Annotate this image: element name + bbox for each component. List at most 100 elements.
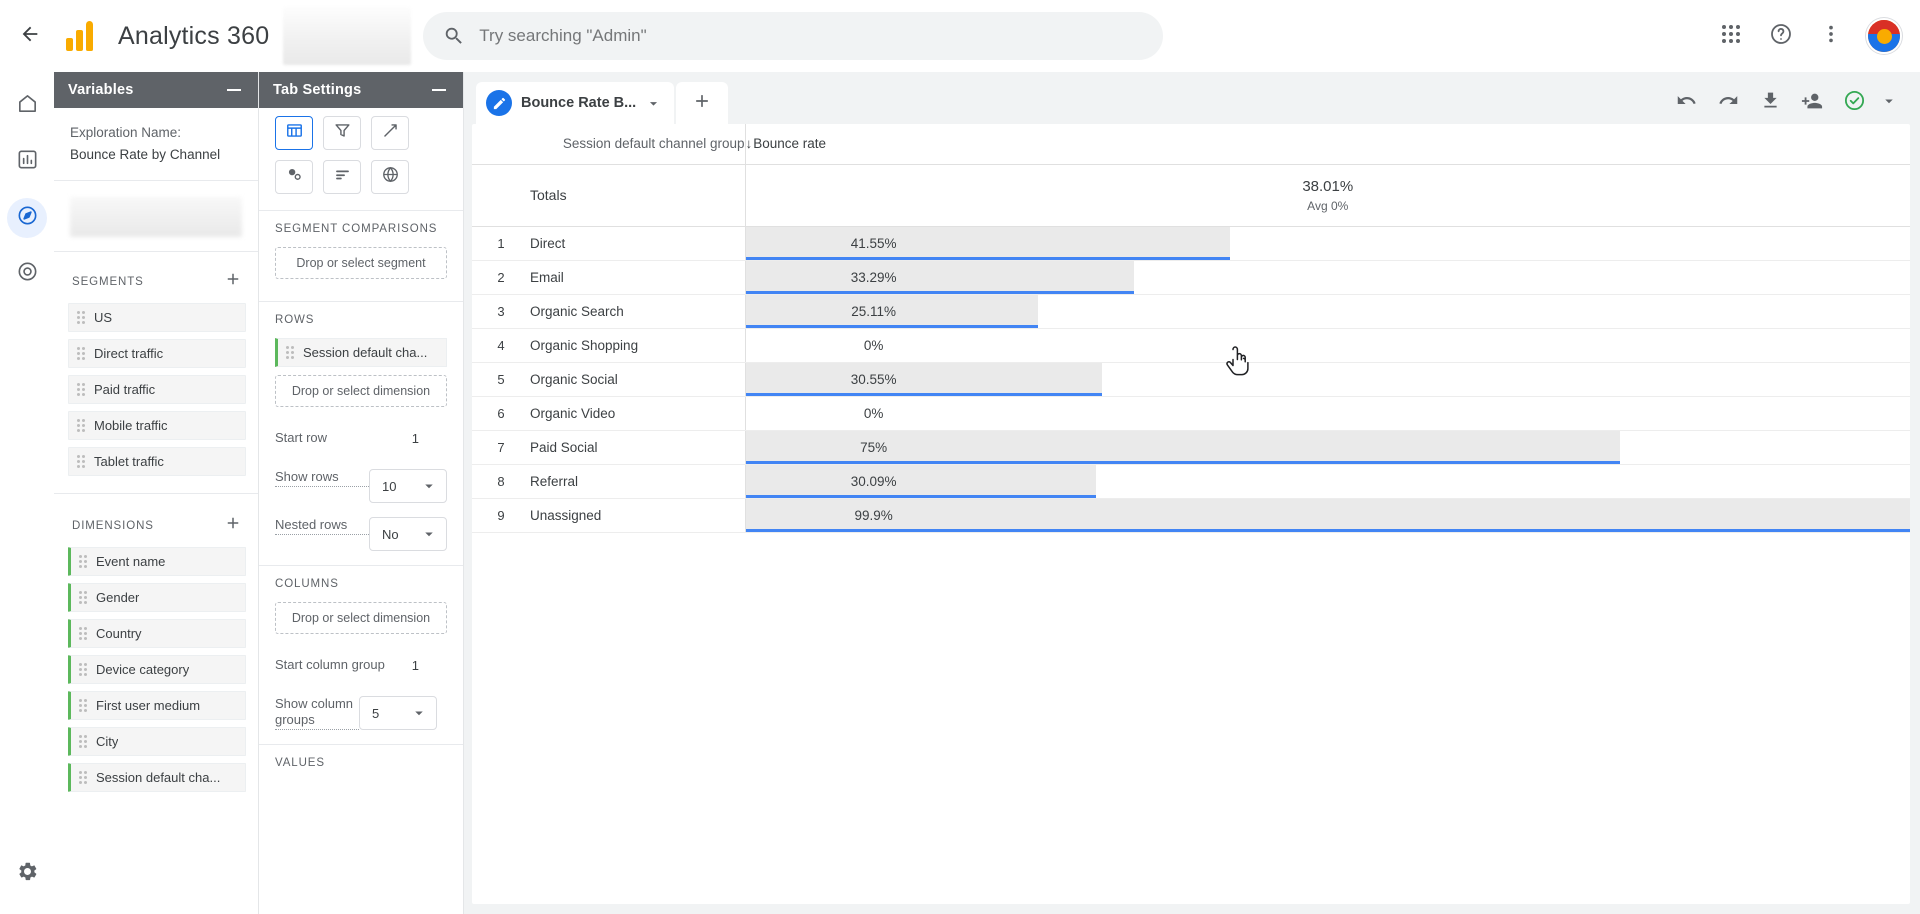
global-search-bar[interactable] — [423, 12, 1163, 60]
list-item[interactable]: US — [68, 303, 246, 332]
row-dimension[interactable]: Direct — [530, 226, 745, 260]
table-header-row: Session default channel group ↓Bounce ra… — [472, 124, 1910, 164]
undo-button[interactable] — [1666, 83, 1706, 123]
share-button[interactable] — [1792, 83, 1832, 123]
columns-dropzone[interactable]: Drop or select dimension — [275, 602, 447, 634]
row-dimension[interactable]: Organic Video — [530, 396, 745, 430]
drag-handle-icon[interactable] — [75, 311, 87, 325]
segment-dropzone[interactable]: Drop or select segment — [275, 247, 447, 279]
more-options-button[interactable] — [1808, 13, 1854, 59]
row-value: 25.11% — [746, 295, 1002, 328]
table-row[interactable]: 4 Organic Shopping 0% — [472, 328, 1910, 362]
add-dimension-button[interactable] — [220, 510, 246, 541]
sidebar-item-home[interactable] — [7, 86, 47, 126]
row-dimension[interactable]: Email — [530, 260, 745, 294]
drag-handle-icon[interactable] — [75, 455, 87, 469]
table-row[interactable]: 1 Direct 41.55% — [472, 226, 1910, 260]
date-range-blurred[interactable] — [70, 197, 242, 237]
table-row[interactable]: 3 Organic Search 25.11% — [472, 294, 1910, 328]
list-item[interactable]: Paid traffic — [68, 375, 246, 404]
tab-settings-collapse-button[interactable] — [429, 80, 449, 100]
row-dimension[interactable]: Referral — [530, 464, 745, 498]
list-item[interactable]: Direct traffic — [68, 339, 246, 368]
row-dimension[interactable]: Organic Shopping — [530, 328, 745, 362]
drag-handle-icon[interactable] — [75, 419, 87, 433]
date-range-section[interactable] — [54, 181, 258, 252]
list-item[interactable]: Event name — [68, 547, 246, 576]
saved-status-button[interactable] — [1834, 83, 1874, 123]
advertising-circle-icon — [16, 260, 39, 288]
rows-dimension-chip[interactable]: Session default cha... — [275, 338, 447, 367]
table-row[interactable]: 9 Unassigned 99.9% — [472, 498, 1910, 532]
back-button[interactable] — [8, 14, 52, 58]
variables-panel-title: Variables — [68, 82, 134, 98]
segment-label: Mobile traffic — [94, 418, 167, 433]
sidebar-item-admin[interactable] — [7, 854, 47, 894]
technique-funnel-exploration[interactable] — [323, 116, 361, 150]
dimension-header[interactable]: Session default channel group — [530, 124, 745, 164]
chevron-down-icon[interactable] — [645, 95, 662, 112]
drag-handle-icon[interactable] — [77, 627, 89, 641]
row-value: 0% — [746, 329, 1002, 362]
technique-free-form-table[interactable] — [275, 116, 313, 150]
metric-header[interactable]: ↓Bounce rate — [745, 124, 1910, 164]
table-row[interactable]: 5 Organic Social 30.55% — [472, 362, 1910, 396]
drag-handle-icon[interactable] — [77, 735, 89, 749]
show-column-groups-select[interactable]: 5 — [359, 696, 437, 730]
list-item[interactable]: Session default cha... — [68, 763, 246, 792]
variables-collapse-button[interactable] — [224, 80, 244, 100]
help-button[interactable] — [1758, 13, 1804, 59]
segment-comparisons-section: SEGMENT COMPARISONS Drop or select segme… — [259, 210, 463, 301]
more-caret-button[interactable] — [1876, 83, 1902, 123]
row-dimension[interactable]: Organic Social — [530, 362, 745, 396]
technique-user-lifetime[interactable] — [371, 160, 409, 194]
list-item[interactable]: First user medium — [68, 691, 246, 720]
drag-handle-icon[interactable] — [77, 663, 89, 677]
tab-bounce-rate[interactable]: Bounce Rate B... — [476, 82, 674, 124]
list-item[interactable]: Country — [68, 619, 246, 648]
sidebar-item-reports[interactable] — [7, 142, 47, 182]
row-dimension[interactable]: Organic Search — [530, 294, 745, 328]
drag-handle-icon[interactable] — [77, 699, 89, 713]
technique-segment-overlap[interactable] — [275, 160, 313, 194]
list-item[interactable]: Mobile traffic — [68, 411, 246, 440]
account-property-selector-blurred[interactable] — [283, 7, 411, 65]
table-row[interactable]: 6 Organic Video 0% — [472, 396, 1910, 430]
drag-handle-icon[interactable] — [75, 347, 87, 361]
sidebar-item-explore[interactable] — [7, 198, 47, 238]
apps-button[interactable] — [1708, 13, 1754, 59]
topbar-actions — [1708, 13, 1902, 59]
start-column-group-value[interactable]: 1 — [412, 658, 447, 673]
rows-dropzone[interactable]: Drop or select dimension — [275, 375, 447, 407]
redo-button[interactable] — [1708, 83, 1748, 123]
row-dimension[interactable]: Unassigned — [530, 498, 745, 532]
start-column-group-row: Start column group 1 — [275, 648, 447, 682]
table-row[interactable]: 2 Email 33.29% — [472, 260, 1910, 294]
search-input[interactable] — [479, 26, 1143, 46]
drag-handle-icon[interactable] — [75, 383, 87, 397]
sidebar-item-advertising[interactable] — [7, 254, 47, 294]
add-tab-button[interactable] — [676, 82, 728, 124]
list-item[interactable]: Device category — [68, 655, 246, 684]
table-row[interactable]: 8 Referral 30.09% — [472, 464, 1910, 498]
nested-rows-select[interactable]: No — [369, 517, 447, 551]
table-row[interactable]: 7 Paid Social 75% — [472, 430, 1910, 464]
technique-cohort-exploration[interactable] — [323, 160, 361, 194]
drag-handle-icon[interactable] — [77, 771, 89, 785]
dimension-label: Country — [96, 626, 142, 641]
list-item[interactable]: Gender — [68, 583, 246, 612]
list-item[interactable]: Tablet traffic — [68, 447, 246, 476]
exploration-name-section[interactable]: Exploration Name: Bounce Rate by Channel — [54, 108, 258, 181]
row-dimension[interactable]: Paid Social — [530, 430, 745, 464]
show-rows-select[interactable]: 10 — [369, 469, 447, 503]
add-segment-button[interactable] — [220, 266, 246, 297]
download-button[interactable] — [1750, 83, 1790, 123]
drag-handle-icon[interactable] — [77, 555, 89, 569]
list-item[interactable]: City — [68, 727, 246, 756]
drag-handle-icon[interactable] — [284, 346, 296, 360]
drag-handle-icon[interactable] — [77, 591, 89, 605]
technique-path-exploration[interactable] — [371, 116, 409, 150]
start-row-value[interactable]: 1 — [412, 431, 447, 446]
left-nav-rail — [0, 72, 54, 914]
avatar[interactable] — [1866, 18, 1902, 54]
